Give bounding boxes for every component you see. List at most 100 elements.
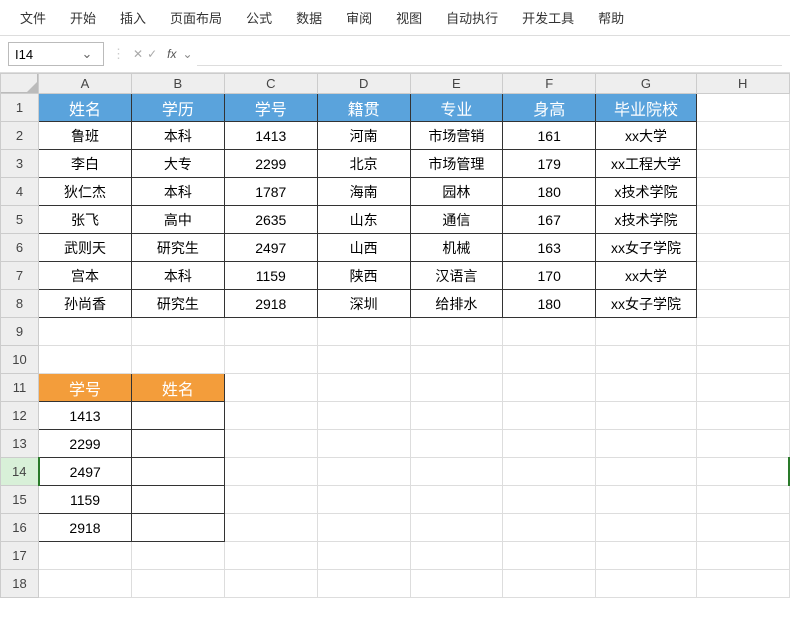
row-header-18[interactable]: 18 bbox=[1, 570, 39, 598]
cell-D17[interactable] bbox=[317, 542, 410, 570]
col-header-G[interactable]: G bbox=[596, 74, 697, 94]
cell-H17[interactable] bbox=[696, 542, 789, 570]
cell-G1[interactable]: 毕业院校 bbox=[596, 94, 697, 122]
cell-E16[interactable] bbox=[410, 514, 503, 542]
cell-D13[interactable] bbox=[317, 430, 410, 458]
row-header-3[interactable]: 3 bbox=[1, 150, 39, 178]
name-box-input[interactable] bbox=[11, 47, 79, 62]
col-header-E[interactable]: E bbox=[410, 74, 503, 94]
row-header-8[interactable]: 8 bbox=[1, 290, 39, 318]
row-header-13[interactable]: 13 bbox=[1, 430, 39, 458]
cell-E3[interactable]: 市场管理 bbox=[410, 150, 503, 178]
cell-H2[interactable] bbox=[696, 122, 789, 150]
col-header-C[interactable]: C bbox=[224, 74, 317, 94]
row-header-5[interactable]: 5 bbox=[1, 206, 39, 234]
row-header-7[interactable]: 7 bbox=[1, 262, 39, 290]
cell-C16[interactable] bbox=[224, 514, 317, 542]
cell-D9[interactable] bbox=[317, 318, 410, 346]
menu-数据[interactable]: 数据 bbox=[284, 5, 334, 30]
cell-F11[interactable] bbox=[503, 374, 596, 402]
cell-E15[interactable] bbox=[410, 486, 503, 514]
cell-H8[interactable] bbox=[696, 290, 789, 318]
cell-B13[interactable] bbox=[132, 430, 225, 458]
menu-开始[interactable]: 开始 bbox=[58, 5, 108, 30]
col-header-F[interactable]: F bbox=[503, 74, 596, 94]
cell-B4[interactable]: 本科 bbox=[132, 178, 225, 206]
cell-E4[interactable]: 园林 bbox=[410, 178, 503, 206]
cell-C3[interactable]: 2299 bbox=[224, 150, 317, 178]
menu-视图[interactable]: 视图 bbox=[384, 5, 434, 30]
cell-E18[interactable] bbox=[410, 570, 503, 598]
cell-A11[interactable]: 学号 bbox=[39, 374, 132, 402]
row-header-17[interactable]: 17 bbox=[1, 542, 39, 570]
menu-插入[interactable]: 插入 bbox=[108, 5, 158, 30]
cell-C6[interactable]: 2497 bbox=[224, 234, 317, 262]
confirm-icon[interactable]: ✓ bbox=[147, 47, 157, 61]
col-header-A[interactable]: A bbox=[39, 74, 132, 94]
cell-E10[interactable] bbox=[410, 346, 503, 374]
menu-审阅[interactable]: 审阅 bbox=[334, 5, 384, 30]
col-header-B[interactable]: B bbox=[132, 74, 225, 94]
cell-B16[interactable] bbox=[132, 514, 225, 542]
cell-F16[interactable] bbox=[503, 514, 596, 542]
cell-G17[interactable] bbox=[596, 542, 697, 570]
cell-C2[interactable]: 1413 bbox=[224, 122, 317, 150]
cell-H10[interactable] bbox=[696, 346, 789, 374]
menu-帮助[interactable]: 帮助 bbox=[586, 5, 636, 30]
cell-H7[interactable] bbox=[696, 262, 789, 290]
row-header-2[interactable]: 2 bbox=[1, 122, 39, 150]
cell-D12[interactable] bbox=[317, 402, 410, 430]
cell-H13[interactable] bbox=[696, 430, 789, 458]
cell-B18[interactable] bbox=[132, 570, 225, 598]
cell-C15[interactable] bbox=[224, 486, 317, 514]
cell-B9[interactable] bbox=[132, 318, 225, 346]
cell-H14[interactable] bbox=[696, 458, 789, 486]
cell-C9[interactable] bbox=[224, 318, 317, 346]
row-header-10[interactable]: 10 bbox=[1, 346, 39, 374]
cell-C1[interactable]: 学号 bbox=[224, 94, 317, 122]
cell-G7[interactable]: xx大学 bbox=[596, 262, 697, 290]
cell-C13[interactable] bbox=[224, 430, 317, 458]
cell-F1[interactable]: 身高 bbox=[503, 94, 596, 122]
cell-F10[interactable] bbox=[503, 346, 596, 374]
cell-C5[interactable]: 2635 bbox=[224, 206, 317, 234]
cell-E7[interactable]: 汉语言 bbox=[410, 262, 503, 290]
cell-A2[interactable]: 鲁班 bbox=[39, 122, 132, 150]
cell-E1[interactable]: 专业 bbox=[410, 94, 503, 122]
cell-C17[interactable] bbox=[224, 542, 317, 570]
cell-C10[interactable] bbox=[224, 346, 317, 374]
cell-C7[interactable]: 1159 bbox=[224, 262, 317, 290]
cell-F14[interactable] bbox=[503, 458, 596, 486]
row-header-14[interactable]: 14 bbox=[1, 458, 39, 486]
cell-D2[interactable]: 河南 bbox=[317, 122, 410, 150]
cell-D6[interactable]: 山西 bbox=[317, 234, 410, 262]
cell-C12[interactable] bbox=[224, 402, 317, 430]
cell-E12[interactable] bbox=[410, 402, 503, 430]
menu-开发工具[interactable]: 开发工具 bbox=[510, 5, 586, 30]
cell-H1[interactable] bbox=[696, 94, 789, 122]
row-header-6[interactable]: 6 bbox=[1, 234, 39, 262]
cell-D10[interactable] bbox=[317, 346, 410, 374]
cell-D4[interactable]: 海南 bbox=[317, 178, 410, 206]
cell-A8[interactable]: 孙尚香 bbox=[39, 290, 132, 318]
cell-F13[interactable] bbox=[503, 430, 596, 458]
grid[interactable]: ABCDEFGH1姓名学历学号籍贯专业身高毕业院校2鲁班本科1413河南市场营销… bbox=[0, 73, 790, 598]
fx-icon[interactable]: fx bbox=[167, 47, 176, 61]
cell-A14[interactable]: 2497 bbox=[39, 458, 132, 486]
cell-H5[interactable] bbox=[696, 206, 789, 234]
cell-B11[interactable]: 姓名 bbox=[132, 374, 225, 402]
cell-D11[interactable] bbox=[317, 374, 410, 402]
cell-B7[interactable]: 本科 bbox=[132, 262, 225, 290]
cell-H4[interactable] bbox=[696, 178, 789, 206]
fx-dropdown-icon[interactable]: ⌄ bbox=[182, 47, 192, 61]
cell-H15[interactable] bbox=[696, 486, 789, 514]
cell-B5[interactable]: 高中 bbox=[132, 206, 225, 234]
cell-A18[interactable] bbox=[39, 570, 132, 598]
cell-C8[interactable]: 2918 bbox=[224, 290, 317, 318]
cell-F12[interactable] bbox=[503, 402, 596, 430]
cell-A12[interactable]: 1413 bbox=[39, 402, 132, 430]
name-box-dropdown-icon[interactable]: ⌄ bbox=[79, 46, 95, 62]
cell-G12[interactable] bbox=[596, 402, 697, 430]
cell-F3[interactable]: 179 bbox=[503, 150, 596, 178]
cancel-icon[interactable]: ✕ bbox=[133, 47, 143, 61]
